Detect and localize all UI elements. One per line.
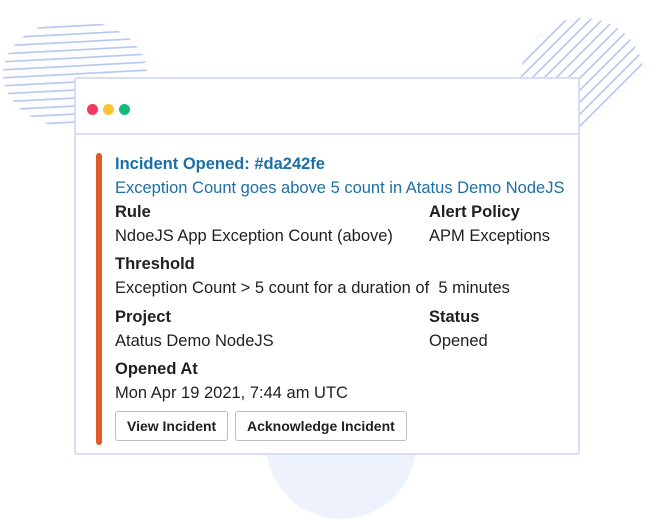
rule-label: Rule bbox=[115, 203, 151, 221]
view-incident-button[interactable]: View Incident bbox=[115, 411, 229, 441]
project-label: Project bbox=[115, 308, 171, 326]
maximize-dot-icon[interactable] bbox=[119, 104, 130, 115]
threshold-value: Exception Count > 5 count for a duration… bbox=[115, 279, 510, 297]
minimize-dot-icon[interactable] bbox=[103, 104, 114, 115]
incident-title[interactable]: Incident Opened: #da242fe bbox=[115, 153, 325, 175]
acknowledge-incident-button[interactable]: Acknowledge Incident bbox=[235, 411, 407, 441]
project-value: Atatus Demo NodeJS bbox=[115, 332, 274, 350]
incident-notification-window: Incident Opened: #da242fe Exception Coun… bbox=[74, 77, 580, 455]
close-dot-icon[interactable] bbox=[87, 104, 98, 115]
alert-policy-value: APM Exceptions bbox=[429, 227, 551, 245]
status-value: Opened bbox=[429, 332, 488, 350]
alert-policy-label: Alert Policy bbox=[429, 203, 520, 221]
status-label: Status bbox=[429, 308, 480, 326]
opened-at-value: Mon Apr 19 2021, 7:44 am UTC bbox=[115, 384, 348, 402]
threshold-label: Threshold bbox=[115, 255, 195, 273]
rule-value: NdoeJS App Exception Count (above) bbox=[115, 227, 393, 245]
window-titlebar bbox=[76, 79, 578, 135]
incident-subtitle-link[interactable]: Exception Count goes above 5 count in At… bbox=[115, 177, 564, 199]
incident-accent-bar bbox=[96, 153, 102, 445]
opened-at-label: Opened At bbox=[115, 360, 198, 378]
